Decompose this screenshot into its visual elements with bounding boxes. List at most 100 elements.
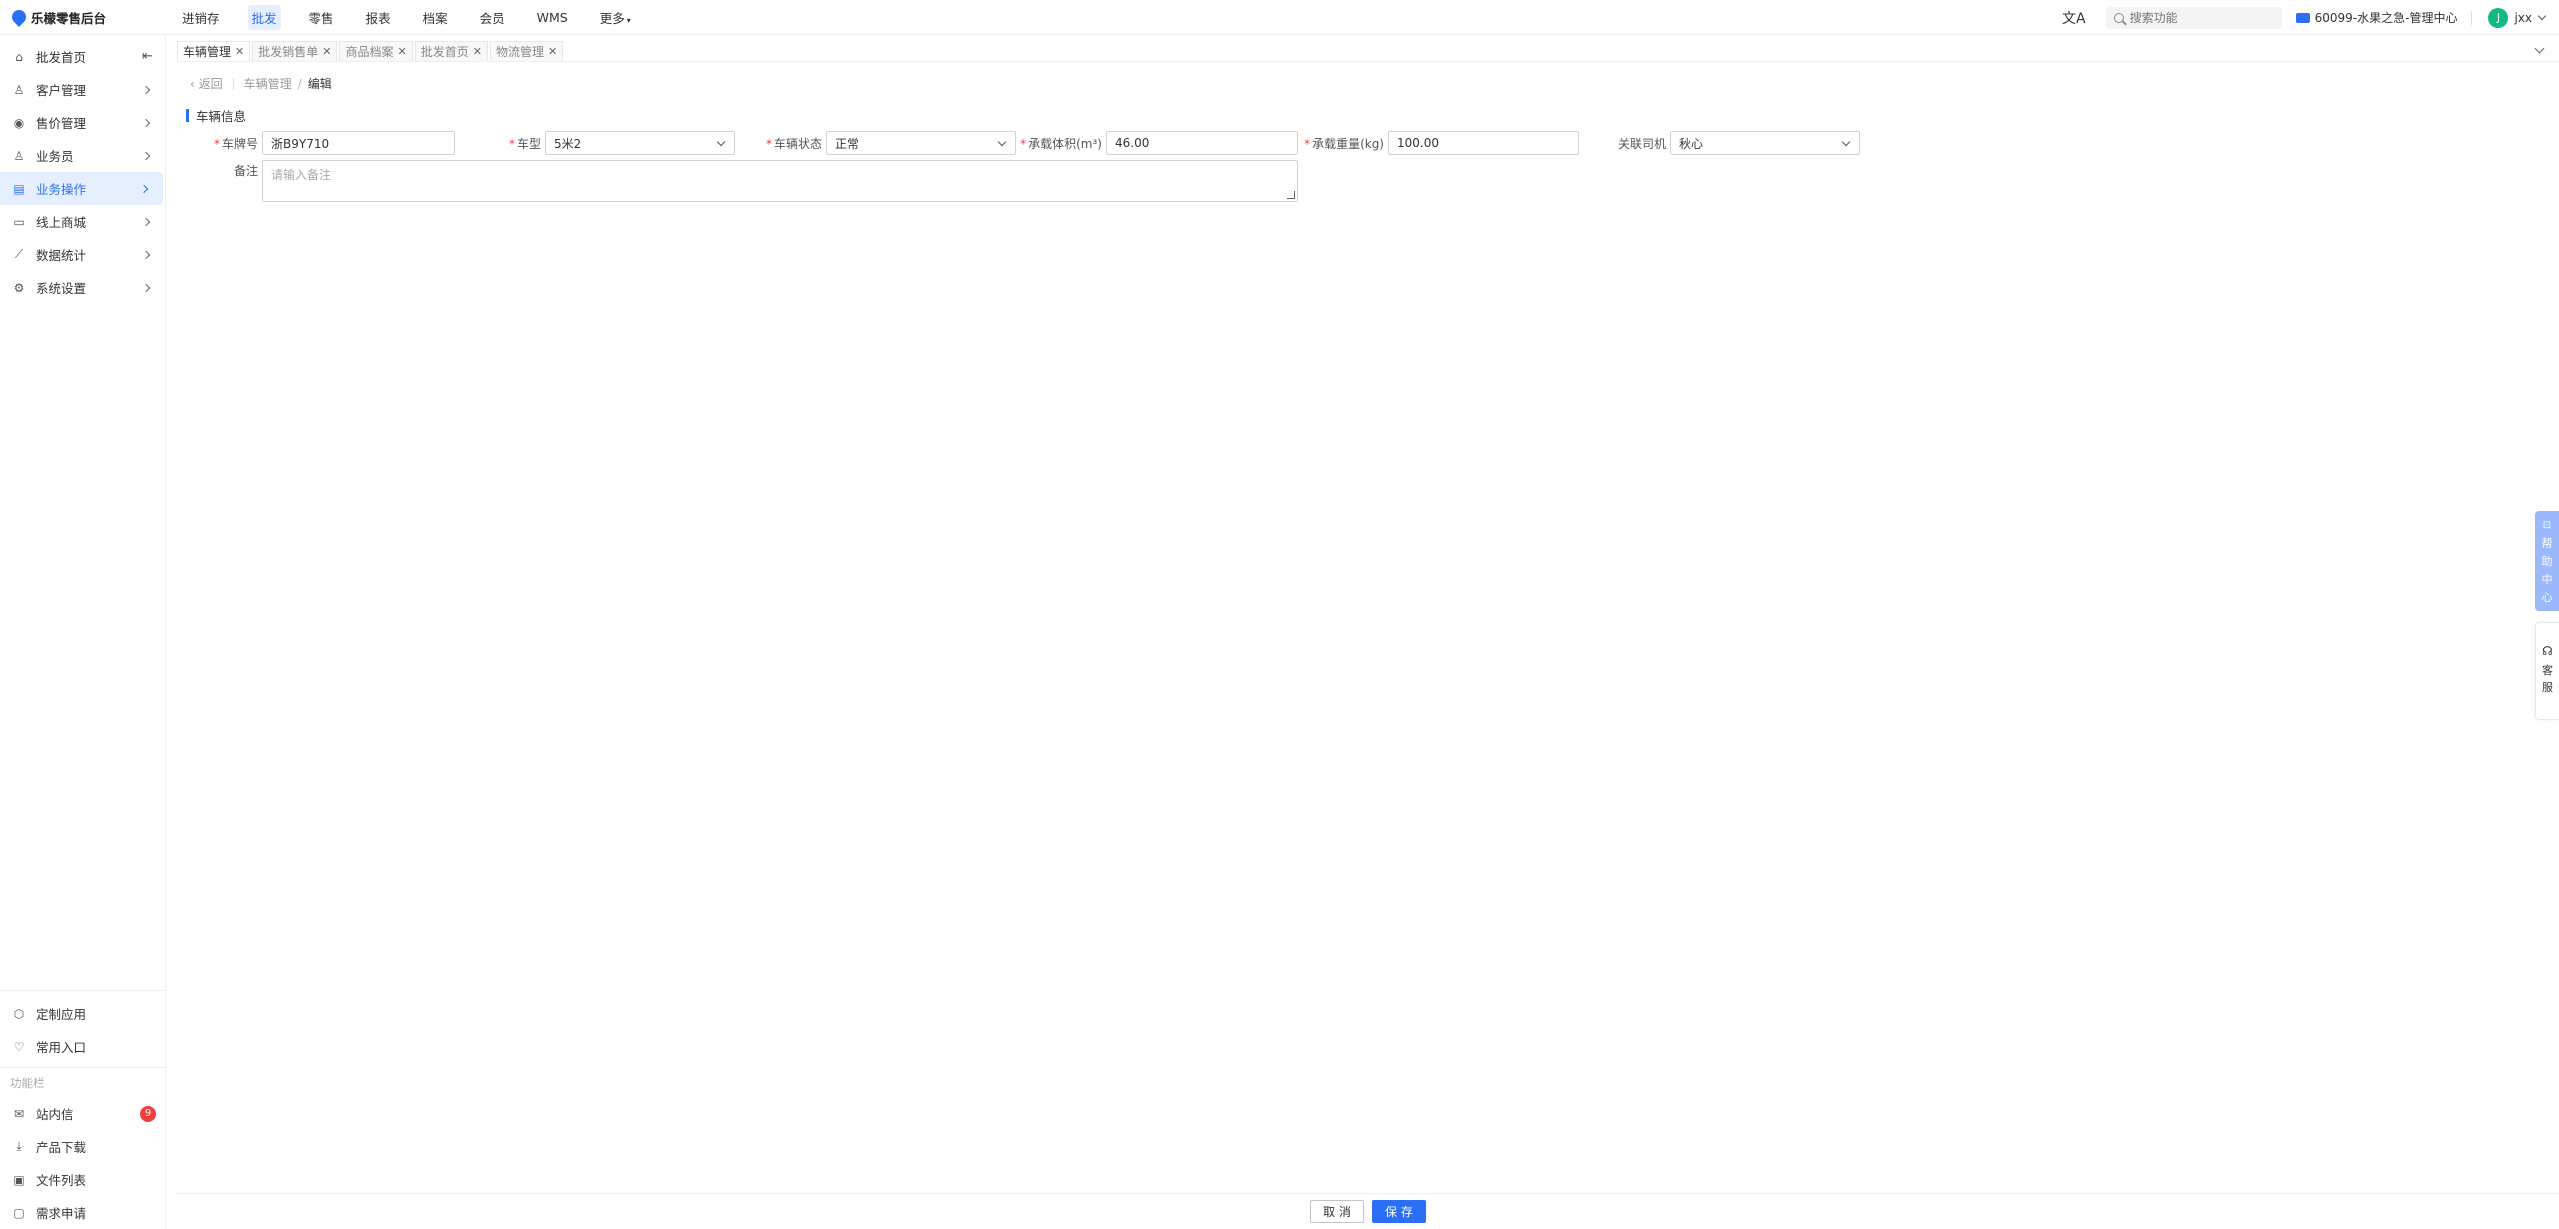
divider: [0, 990, 166, 991]
tab-wholesale-home[interactable]: 批发首页 ✕: [414, 41, 488, 61]
section-label: 功能栏: [0, 1067, 166, 1097]
top-bar: 乐檬零售后台 进销存 批发 零售 报表 档案 会员 WMS 更多▾ 文A 600…: [0, 0, 2559, 35]
close-icon[interactable]: ✕: [235, 45, 244, 58]
chart-icon: ⟋: [14, 247, 24, 261]
headset-icon: ☊: [2542, 644, 2553, 658]
sidebar-item-salesman[interactable]: ♙ 业务员: [0, 139, 165, 172]
nav-wms[interactable]: WMS: [533, 7, 572, 28]
chevron-right-icon: [141, 118, 151, 127]
sidebar-item-favorites[interactable]: ♡ 常用入口: [0, 1030, 166, 1063]
request-icon: ▢: [13, 1205, 25, 1220]
close-icon[interactable]: ✕: [473, 45, 482, 58]
help-icon: ⊡: [2542, 520, 2552, 531]
weight-input[interactable]: 100.00: [1388, 131, 1579, 155]
notification-badge: 9: [140, 1105, 156, 1122]
driver-field: 关联司机 秋心: [1600, 131, 1860, 155]
mail-icon: ✉: [13, 1106, 25, 1121]
chevron-down-icon: [1841, 137, 1851, 147]
sidebar-bottom: ⬡ 定制应用 ♡ 常用入口 功能栏 ✉ 站内信 9 ⤓ 产品下载 ▣ 文件列表 …: [0, 990, 166, 1229]
help-center-button[interactable]: ⊡ 帮 助 中 心: [2535, 511, 2559, 611]
breadcrumb-current: 编辑: [307, 77, 332, 91]
chevron-down-icon: [716, 137, 726, 147]
close-icon[interactable]: ✕: [322, 45, 331, 58]
plate-field: * 车牌号 浙B9Y710: [206, 131, 455, 155]
breadcrumb-parent[interactable]: 车辆管理: [244, 75, 292, 92]
user-icon: ♙: [13, 82, 25, 97]
nav-archives[interactable]: 档案: [419, 5, 452, 30]
cube-icon: ⬡: [13, 1006, 25, 1021]
form-footer: 取 消 保 存: [177, 1193, 2559, 1229]
app-logo[interactable]: 乐檬零售后台: [0, 7, 178, 27]
chevron-right-icon: [141, 151, 151, 160]
vehicle-type-field: * 车型 5米2: [495, 131, 735, 155]
save-button[interactable]: 保 存: [1372, 1200, 1426, 1223]
plate-input[interactable]: 浙B9Y710: [262, 131, 455, 155]
download-icon: ⤓: [16, 1139, 22, 1153]
sidebar-item-customers[interactable]: ♙ 客户管理: [0, 73, 165, 106]
sidebar-item-statistics[interactable]: ⟋ 数据统计: [0, 238, 165, 271]
section-title: 车辆信息: [186, 106, 246, 125]
app-title: 乐檬零售后台: [31, 10, 107, 26]
search-box[interactable]: [2105, 6, 2282, 29]
nav-inventory[interactable]: 进销存: [178, 5, 224, 30]
translate-icon[interactable]: 文A: [2062, 8, 2086, 28]
heart-icon: ♡: [13, 1039, 25, 1054]
close-icon[interactable]: ✕: [397, 45, 406, 58]
sidebar-item-operations[interactable]: ▤ 业务操作: [0, 172, 163, 205]
sidebar-item-requests[interactable]: ▢ 需求申请: [0, 1196, 166, 1229]
sidebar: ⌂ 批发首页 ⇤ ♙ 客户管理 ◉ 售价管理 ♙ 业务员 ▤ 业务操作 ▭ 线上…: [0, 35, 166, 1229]
avatar: J: [2488, 7, 2509, 28]
resize-handle-icon[interactable]: [1287, 191, 1295, 199]
customer-service-button[interactable]: ☊ 客 服: [2535, 622, 2559, 720]
tab-vehicle-management[interactable]: 车辆管理 ✕: [177, 41, 251, 61]
cancel-button[interactable]: 取 消: [1310, 1200, 1364, 1223]
remark-field: 备注: [233, 164, 258, 178]
store-selector[interactable]: 60099-水果之急-管理中心: [2295, 9, 2458, 26]
sidebar-item-pricing[interactable]: ◉ 售价管理: [0, 106, 165, 139]
settings-icon: ⚙: [13, 280, 25, 295]
close-icon[interactable]: ✕: [548, 45, 557, 58]
store-name: 60099-水果之急-管理中心: [2314, 11, 2458, 25]
price-icon: ◉: [13, 115, 25, 130]
chevron-down-icon: [997, 137, 1007, 147]
sidebar-item-wholesale-home[interactable]: ⌂ 批发首页 ⇤: [0, 40, 165, 73]
vehicle-status-select[interactable]: 正常: [826, 131, 1016, 155]
divider: [232, 77, 234, 90]
chevron-left-icon: ‹: [190, 77, 199, 91]
nav-more[interactable]: 更多 ▾: [596, 5, 635, 30]
nav-reports[interactable]: 报表: [362, 5, 395, 30]
home-icon: ⌂: [15, 49, 23, 64]
store-icon: ▭: [13, 214, 25, 229]
vehicle-status-field: * 车辆状态 正常: [760, 131, 1016, 155]
chevron-right-icon: [141, 217, 151, 226]
vehicle-type-select[interactable]: 5米2: [545, 131, 735, 155]
search-input[interactable]: [2129, 10, 2270, 25]
tab-logistics[interactable]: 物流管理 ✕: [489, 41, 564, 61]
store-icon: [2295, 12, 2310, 23]
sidebar-item-files[interactable]: ▣ 文件列表: [0, 1163, 166, 1196]
divider: [2471, 10, 2473, 25]
top-nav: 进销存 批发 零售 报表 档案 会员 WMS 更多 ▾: [178, 0, 659, 35]
logo-icon: [9, 7, 29, 27]
volume-input[interactable]: 46.00: [1106, 131, 1298, 155]
back-button[interactable]: ‹ 返回: [190, 75, 223, 92]
sidebar-item-messages[interactable]: ✉ 站内信 9: [0, 1097, 166, 1130]
chevron-right-icon: [141, 283, 151, 292]
remark-textarea[interactable]: 请输入备注: [262, 160, 1298, 202]
caret-down-icon: ▾: [626, 15, 631, 25]
sidebar-item-downloads[interactable]: ⤓ 产品下载: [0, 1130, 166, 1163]
chevron-down-icon[interactable]: [2534, 43, 2545, 54]
page-tabs: 车辆管理 ✕ 批发销售单 ✕ 商品档案 ✕ 批发首页 ✕ 物流管理 ✕: [177, 41, 565, 61]
nav-retail[interactable]: 零售: [305, 5, 338, 30]
user-menu[interactable]: J jxx: [2488, 7, 2547, 28]
weight-field: * 承载重量(kg) 100.00: [1302, 131, 1579, 155]
tab-product-archive[interactable]: 商品档案 ✕: [339, 41, 413, 61]
nav-wholesale[interactable]: 批发: [247, 4, 281, 30]
sidebar-item-online-store[interactable]: ▭ 线上商城: [0, 205, 165, 238]
nav-members[interactable]: 会员: [476, 5, 509, 30]
driver-select[interactable]: 秋心: [1670, 131, 1860, 155]
collapse-sidebar-icon[interactable]: ⇤: [142, 49, 153, 64]
sidebar-item-settings[interactable]: ⚙ 系统设置: [0, 271, 165, 304]
tab-wholesale-order[interactable]: 批发销售单 ✕: [252, 41, 338, 61]
sidebar-item-custom-apps[interactable]: ⬡ 定制应用: [0, 997, 166, 1030]
